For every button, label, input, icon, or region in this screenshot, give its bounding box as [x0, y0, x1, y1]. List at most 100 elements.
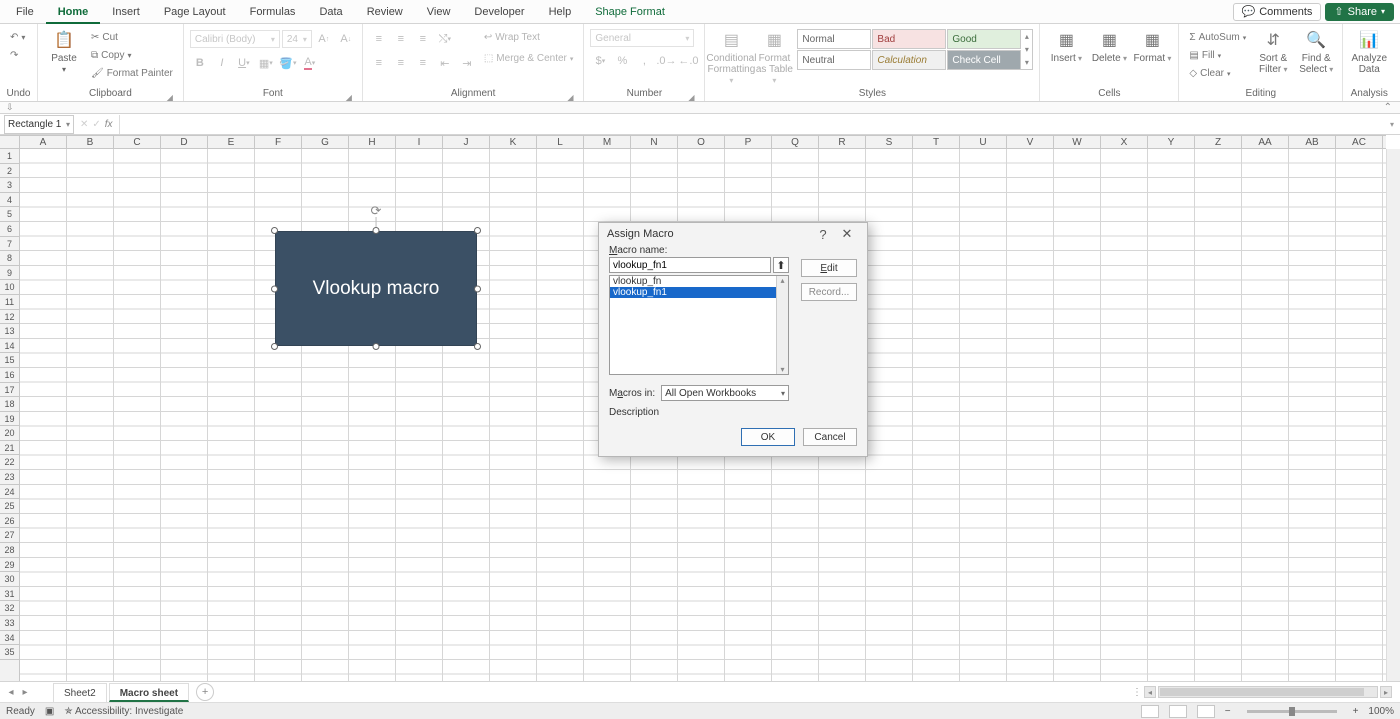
- tab-review[interactable]: Review: [355, 0, 415, 24]
- resize-handle-s[interactable]: [373, 343, 380, 350]
- share-button[interactable]: ⇧ Share ▾: [1325, 3, 1394, 21]
- resize-handle-sw[interactable]: [271, 343, 278, 350]
- align-left-button[interactable]: ≡: [369, 53, 389, 73]
- style-bad[interactable]: Bad: [872, 29, 946, 49]
- find-select-button[interactable]: 🔍Find & Select: [1296, 29, 1336, 75]
- column-header[interactable]: V: [1007, 136, 1054, 148]
- merge-center-button[interactable]: ⬚Merge & Center▾: [480, 50, 578, 67]
- number-launcher[interactable]: ◢: [686, 91, 696, 101]
- tab-page-layout[interactable]: Page Layout: [152, 0, 238, 24]
- align-top-button[interactable]: ≡: [369, 29, 389, 49]
- sheet-nav-next[interactable]: ▸: [18, 687, 32, 698]
- hscroll-left[interactable]: ◂: [1144, 686, 1156, 698]
- column-header[interactable]: Y: [1148, 136, 1195, 148]
- row-header[interactable]: 24: [0, 485, 19, 500]
- style-normal[interactable]: Normal: [797, 29, 871, 49]
- row-header[interactable]: 13: [0, 324, 19, 339]
- italic-button[interactable]: I: [212, 53, 232, 73]
- insert-cells-button[interactable]: ▦Insert: [1046, 29, 1086, 64]
- autosum-button[interactable]: ΣAutoSum▾: [1185, 29, 1250, 46]
- row-header[interactable]: 17: [0, 383, 19, 398]
- column-header[interactable]: G: [302, 136, 349, 148]
- wrap-text-button[interactable]: ↩Wrap Text: [480, 29, 578, 46]
- tab-formulas[interactable]: Formulas: [238, 0, 308, 24]
- comma-button[interactable]: ,: [634, 51, 654, 71]
- align-middle-button[interactable]: ≡: [391, 29, 411, 49]
- row-header[interactable]: 5: [0, 207, 19, 222]
- style-good[interactable]: Good: [947, 29, 1021, 49]
- sheet-nav-prev[interactable]: ◂: [4, 687, 18, 698]
- fx-button[interactable]: fx: [105, 119, 113, 130]
- quick-access-icon[interactable]: ⇩: [6, 102, 14, 113]
- sheet-tab-macro minisheet[interactable]: Macro sheet: [109, 683, 189, 702]
- number-format-select[interactable]: General▾: [590, 29, 694, 47]
- style-neutral[interactable]: Neutral: [797, 50, 871, 70]
- tab-file[interactable]: File: [4, 0, 46, 24]
- column-header[interactable]: I: [396, 136, 443, 148]
- macros-in-select[interactable]: All Open Workbooks ▾: [661, 385, 789, 401]
- sort-filter-button[interactable]: ⇵Sort & Filter: [1253, 29, 1293, 75]
- column-header[interactable]: P: [725, 136, 772, 148]
- row-header[interactable]: 32: [0, 601, 19, 616]
- column-header[interactable]: D: [161, 136, 208, 148]
- redo-button[interactable]: ↷: [6, 47, 29, 64]
- column-header[interactable]: AA: [1242, 136, 1289, 148]
- row-header[interactable]: 15: [0, 353, 19, 368]
- row-header[interactable]: 31: [0, 587, 19, 602]
- row-header[interactable]: 25: [0, 499, 19, 514]
- row-header[interactable]: 20: [0, 426, 19, 441]
- font-launcher[interactable]: ◢: [344, 91, 354, 101]
- zoom-slider[interactable]: [1247, 710, 1337, 713]
- macro-recording-icon[interactable]: ▣: [45, 706, 54, 717]
- row-header[interactable]: 2: [0, 164, 19, 179]
- rotation-handle[interactable]: ⟳: [371, 203, 382, 219]
- row-header[interactable]: 9: [0, 266, 19, 281]
- name-box[interactable]: Rectangle 1 ▾: [4, 115, 74, 134]
- row-header[interactable]: 10: [0, 280, 19, 295]
- style-check-cell[interactable]: Check Cell: [947, 50, 1021, 70]
- fill-button[interactable]: ▤Fill▾: [1185, 47, 1250, 64]
- row-header[interactable]: 35: [0, 645, 19, 660]
- dialog-help-button[interactable]: ?: [811, 227, 835, 242]
- column-header[interactable]: C: [114, 136, 161, 148]
- column-header[interactable]: A: [20, 136, 67, 148]
- column-header[interactable]: O: [678, 136, 725, 148]
- resize-handle-nw[interactable]: [271, 227, 278, 234]
- edit-button[interactable]: Edit: [801, 259, 857, 277]
- accounting-format-button[interactable]: $▾: [590, 51, 610, 71]
- row-header[interactable]: 11: [0, 295, 19, 310]
- style-calculation[interactable]: Calculation: [872, 50, 946, 70]
- view-page-layout-button[interactable]: [1169, 705, 1187, 718]
- column-header[interactable]: AB: [1289, 136, 1336, 148]
- dialog-titlebar[interactable]: Assign Macro ? ✕: [599, 223, 867, 245]
- decrease-decimal-button[interactable]: ←.0: [678, 51, 698, 71]
- increase-font-button[interactable]: A↑: [314, 29, 334, 49]
- orientation-button[interactable]: ⤭▾: [435, 29, 455, 49]
- macro-list-item[interactable]: vlookup_fn: [610, 276, 776, 287]
- format-cells-button[interactable]: ▦Format: [1132, 29, 1172, 64]
- row-header[interactable]: 19: [0, 412, 19, 427]
- delete-cells-button[interactable]: ▦Delete: [1089, 29, 1129, 64]
- column-header[interactable]: U: [960, 136, 1007, 148]
- dialog-close-button[interactable]: ✕: [835, 226, 859, 242]
- comments-button[interactable]: 💬 Comments: [1233, 3, 1322, 21]
- view-page-break-button[interactable]: [1197, 705, 1215, 718]
- view-normal-button[interactable]: [1141, 705, 1159, 718]
- collapse-ribbon-button[interactable]: ⌃: [1384, 102, 1392, 113]
- row-header[interactable]: 28: [0, 543, 19, 558]
- enter-formula-button[interactable]: ✓: [92, 119, 100, 130]
- zoom-in-button[interactable]: +: [1353, 706, 1359, 717]
- row-header[interactable]: 8: [0, 251, 19, 266]
- row-header[interactable]: 22: [0, 455, 19, 470]
- column-header[interactable]: L: [537, 136, 584, 148]
- column-header[interactable]: N: [631, 136, 678, 148]
- horizontal-scrollbar[interactable]: [1158, 686, 1378, 698]
- bold-button[interactable]: B: [190, 53, 210, 73]
- increase-decimal-button[interactable]: .0→: [656, 51, 676, 71]
- cancel-formula-button[interactable]: ✕: [80, 119, 88, 130]
- tab-data[interactable]: Data: [307, 0, 354, 24]
- conditional-formatting-button[interactable]: ▤ Conditional Formatting: [711, 29, 751, 86]
- tab-developer[interactable]: Developer: [462, 0, 536, 24]
- tab-view[interactable]: View: [415, 0, 463, 24]
- copy-button[interactable]: ⧉Copy▾: [87, 47, 177, 64]
